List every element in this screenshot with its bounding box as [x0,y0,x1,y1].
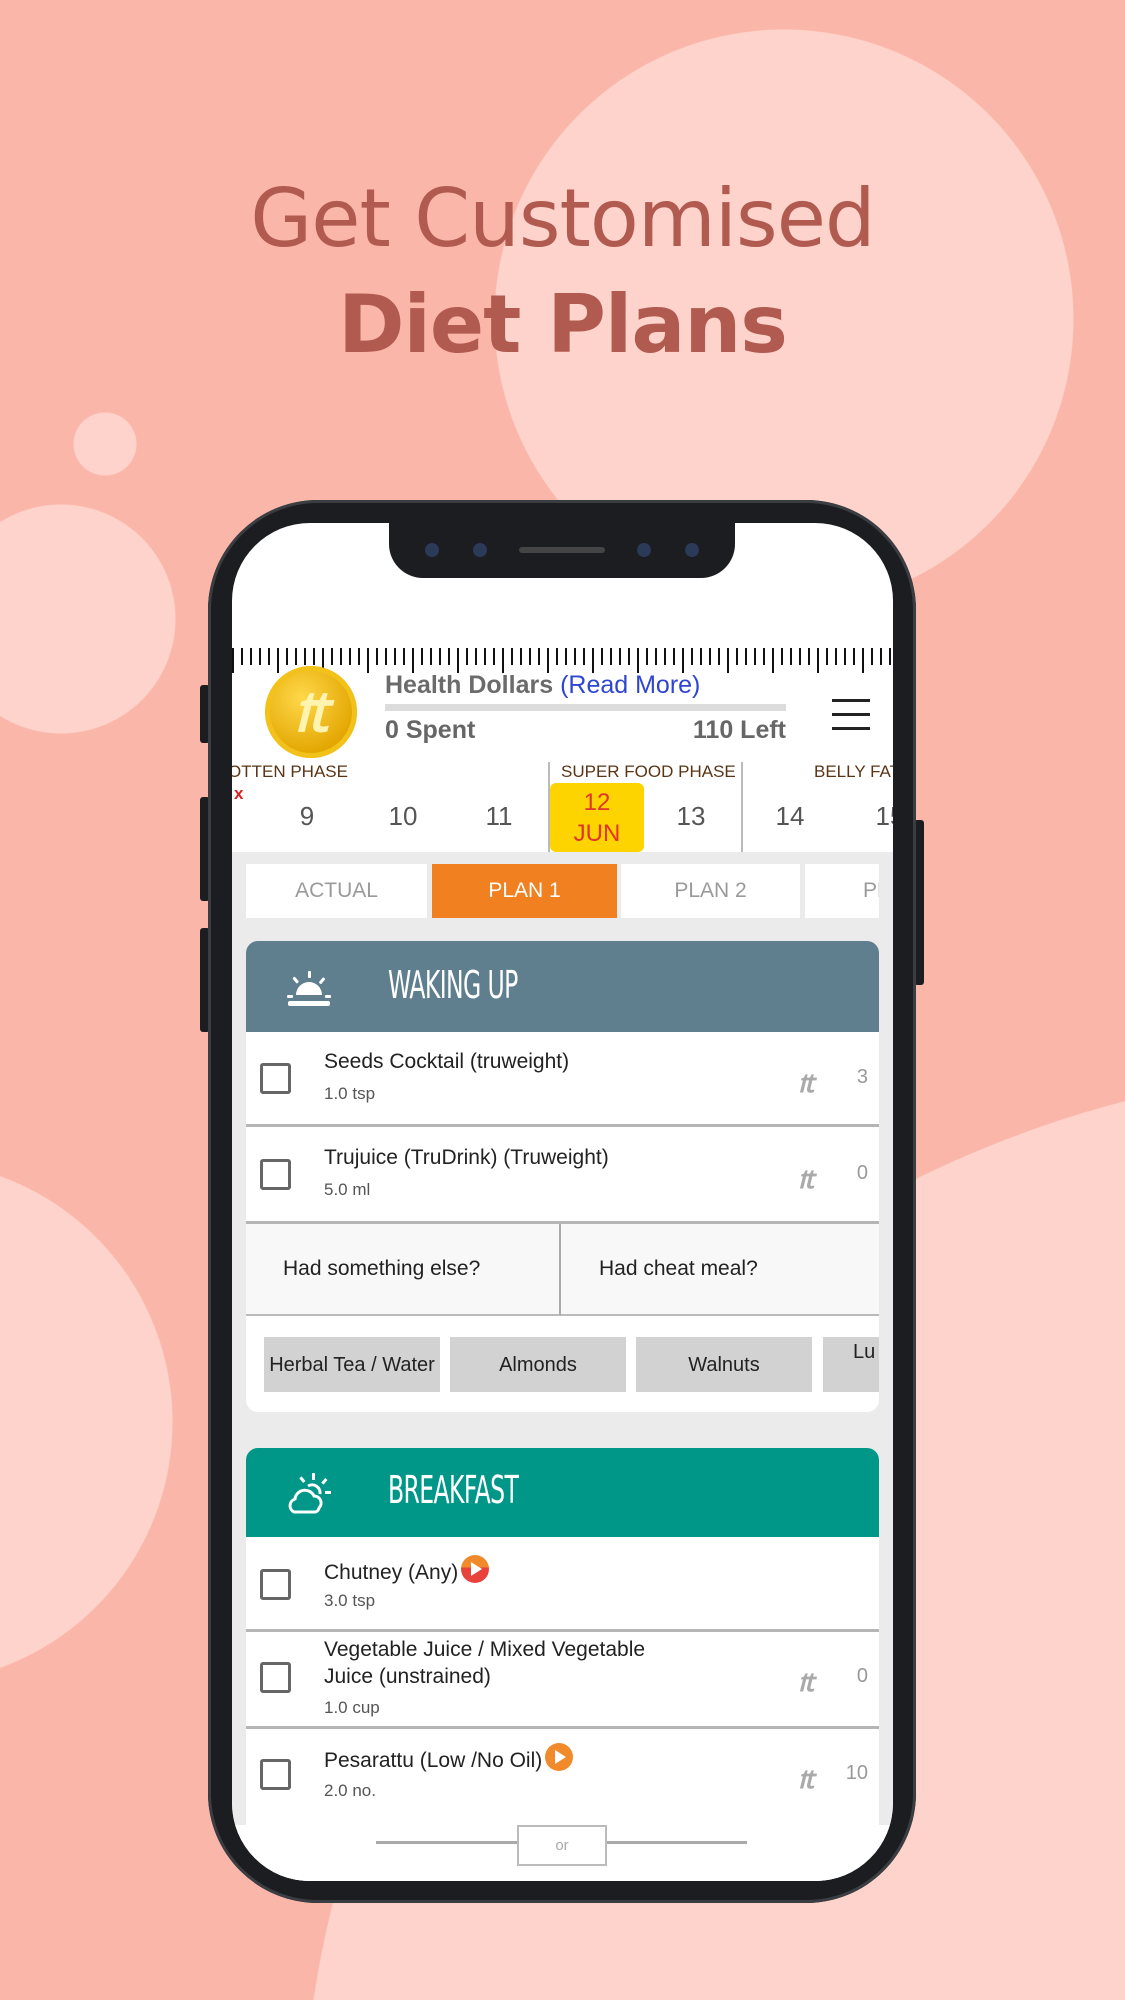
selected-day-month: JUN [573,820,621,847]
meal-title: BREAKFAST [388,1468,519,1512]
item-checkbox[interactable] [260,1759,291,1790]
day-13[interactable]: 13 [661,801,721,832]
item-quantity: 2.0 no. [324,1781,376,1800]
quick-add-chip[interactable]: Almonds [450,1337,626,1392]
sensor-icon [637,543,651,557]
tab-actual[interactable]: ACTUAL [246,864,427,918]
health-dollar-icon: ₶ [798,1068,815,1098]
item-checkbox[interactable] [260,1063,291,1094]
item-health-dollars: 0 [856,1162,868,1184]
day-9[interactable]: 9 [277,801,337,832]
item-quantity: 1.0 tsp [324,1084,376,1103]
headline-line2: Diet Plans [338,278,788,371]
quick-add-chip[interactable]: Walnuts [636,1337,812,1392]
phone-screen: ₶ Health Dollars (Read More) 0 Spent 110… [232,523,893,1881]
ruler-major-ticks [232,648,893,673]
notch [389,523,735,578]
meal-title: WAKING UP [388,963,518,1007]
meal-item[interactable]: Pesarattu (Low /No Oil) 2.0 no. ₶ 10 [246,1729,879,1829]
phase-close-icon[interactable]: x [234,784,243,804]
tab-plan-1[interactable]: PLAN 1 [432,864,617,918]
item-quantity: 3.0 tsp [324,1591,376,1610]
play-video-icon[interactable] [545,1743,574,1771]
selected-day-number: 12 [583,789,611,816]
headline-line1: Get Customised [250,172,875,265]
item-checkbox[interactable] [260,1569,291,1600]
sunrise-icon [287,971,331,1006]
camera-icon [473,543,487,557]
quick-add-chip[interactable]: Herbal Tea / Water [264,1337,440,1392]
had-something-else-button[interactable]: Had something else? [246,1224,561,1316]
item-name: Trujuice (TruDrink) (Truweight) [324,1146,609,1169]
health-dollars-progress [385,704,786,711]
meal-header[interactable]: BREAKFAST [246,1448,879,1537]
meal-item[interactable]: Trujuice (TruDrink) (Truweight) 5.0 ml ₶… [246,1127,879,1224]
day-14[interactable]: 14 [760,801,820,832]
phase-label: BELLY FAT [814,762,893,781]
health-dollar-icon: ₶ [798,1667,815,1697]
phase-label: SUPER FOOD PHASE [561,762,736,781]
selected-day[interactable]: 12 JUN [550,783,644,852]
item-quantity: 5.0 ml [324,1180,371,1199]
phase-label: OTTEN PHASE [232,762,348,781]
speaker [519,547,605,553]
sensor-icon [425,543,439,557]
meal-item[interactable]: Chutney (Any) 3.0 tsp [246,1537,879,1632]
quick-add-chip[interactable]: Lu [823,1337,879,1392]
or-button[interactable]: or [517,1825,607,1866]
meal-header[interactable]: WAKING UP [246,941,879,1032]
health-dollar-icon: ₶ [798,1764,815,1794]
day-10[interactable]: 10 [373,801,433,832]
had-cheat-meal-button[interactable]: Had cheat meal? [561,1224,879,1316]
meal-card-breakfast: BREAKFAST Chutney (Any) 3.0 tsp Vegetabl… [246,1448,879,1881]
tab-plan-2[interactable]: PLAN 2 [621,864,800,918]
partly-sunny-icon [288,1473,331,1514]
item-quantity: 1.0 cup [324,1698,380,1717]
health-dollars-title: Health Dollars (Read More) [385,671,700,700]
read-more-link[interactable]: (Read More) [560,671,700,699]
spent-amount: 0 Spent [385,716,476,744]
item-name-text: Pesarattu (Low /No Oil) [324,1749,543,1772]
item-health-dollars: 10 [845,1762,868,1784]
day-11[interactable]: 11 [469,801,529,832]
left-amount: 110 Left [692,716,786,744]
item-name-text: Chutney (Any) [324,1561,459,1584]
item-name: Vegetable Juice / Mixed Vegetable Juice … [324,1638,646,1688]
item-health-dollars: 0 [856,1665,868,1687]
item-name: Seeds Cocktail (truweight) [324,1050,570,1073]
phase-divider [741,762,743,852]
health-dollar-coin-icon: ₶ [265,666,357,758]
item-name: Pesarattu (Low /No Oil) [324,1743,574,1774]
hamburger-menu-icon[interactable] [832,699,870,730]
meal-card-waking-up: WAKING UP Seeds Cocktail (truweight) 1.0… [246,941,879,1412]
sensor-icon [685,543,699,557]
item-checkbox[interactable] [260,1662,291,1693]
item-checkbox[interactable] [260,1159,291,1190]
health-dollars-label: Health Dollars [385,671,554,699]
day-15[interactable]: 15 [860,801,893,832]
play-video-icon[interactable] [461,1555,490,1583]
tab-plan-3[interactable]: PLAN 3 [805,864,879,918]
item-name: Chutney (Any) [324,1555,490,1586]
item-health-dollars: 3 [856,1066,868,1088]
health-dollar-icon: ₶ [798,1164,815,1194]
meal-item[interactable]: Seeds Cocktail (truweight) 1.0 tsp ₶ 3 [246,1032,879,1127]
meal-item[interactable]: Vegetable Juice / Mixed Vegetable Juice … [246,1632,879,1729]
